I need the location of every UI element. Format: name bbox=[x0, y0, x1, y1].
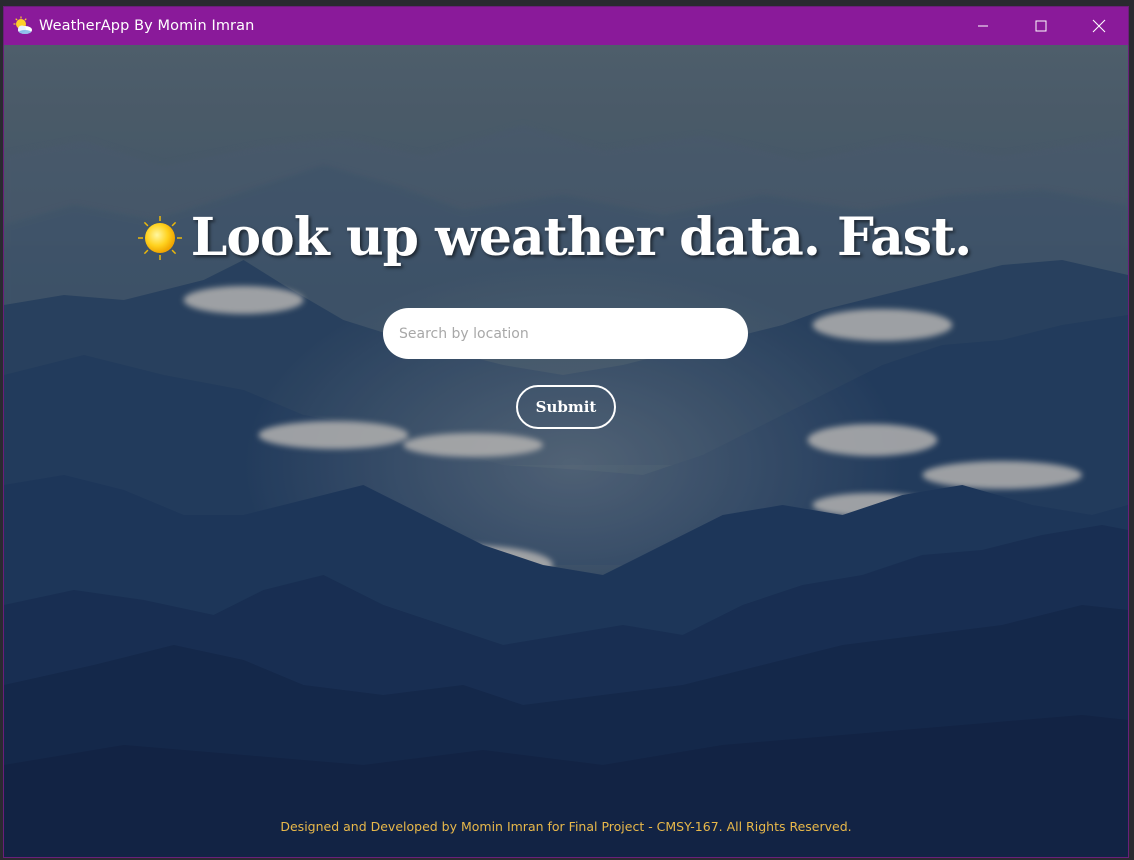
submit-button[interactable]: Submit bbox=[516, 385, 616, 429]
window-title: WeatherApp By Momin Imran bbox=[39, 18, 255, 34]
footer-credits: Designed and Developed by Momin Imran fo… bbox=[280, 819, 852, 834]
mountain-background bbox=[4, 45, 1128, 857]
weather-icon bbox=[13, 16, 33, 36]
app-window: WeatherApp By Momin Imran Look up weathe… bbox=[3, 6, 1129, 858]
headline-text: Look up weather data. Fast. bbox=[190, 207, 972, 268]
maximize-button[interactable] bbox=[1012, 7, 1070, 45]
title-bar[interactable]: WeatherApp By Momin Imran bbox=[4, 7, 1128, 45]
sun-icon bbox=[137, 215, 182, 260]
minimize-icon bbox=[978, 25, 988, 27]
maximize-icon bbox=[1035, 20, 1047, 32]
window-controls bbox=[954, 7, 1128, 45]
headline: Look up weather data. Fast. bbox=[4, 207, 1128, 268]
main-content: Look up weather data. Fast. Submit Desig… bbox=[4, 45, 1128, 857]
close-button[interactable] bbox=[1070, 7, 1128, 45]
minimize-button[interactable] bbox=[954, 7, 1012, 45]
search-input[interactable] bbox=[383, 308, 748, 359]
close-icon bbox=[1092, 19, 1106, 33]
